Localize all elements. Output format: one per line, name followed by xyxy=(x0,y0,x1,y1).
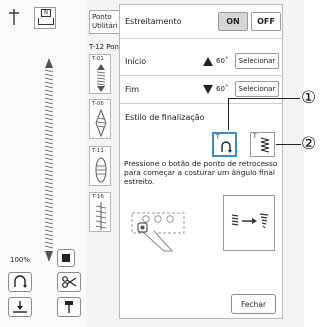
stitch-code: T-11 xyxy=(92,148,104,154)
divider xyxy=(120,75,282,76)
reverse-button-illustration xyxy=(131,212,185,252)
stitch-button-t01[interactable]: T-01 xyxy=(89,54,111,94)
start-select-button[interactable]: Selecionar xyxy=(235,53,279,69)
tab-line2: Utilitári xyxy=(92,22,118,30)
style-b-label: T xyxy=(253,133,257,140)
stitch-button-t06[interactable]: T-06 xyxy=(89,99,111,139)
needle-position-icon xyxy=(9,9,19,25)
stitch-code: T-16 xyxy=(92,194,104,200)
start-label: Início xyxy=(125,57,147,66)
start-angle: 60˚ xyxy=(216,57,229,65)
end-label: Fim xyxy=(125,85,140,94)
end-angle: 60˚ xyxy=(216,85,229,93)
reverse-stitch-button[interactable] xyxy=(8,272,32,292)
stitch-thumb-icon xyxy=(95,109,107,137)
finish-style-reverse-button[interactable]: T xyxy=(212,132,237,157)
callout-2: ② xyxy=(301,134,317,154)
finish-style-zigzag-button[interactable]: T xyxy=(250,132,275,157)
square-icon xyxy=(62,254,70,262)
stitch-preview xyxy=(44,58,54,262)
zoom-button[interactable] xyxy=(57,249,75,267)
stitch-thumb-icon xyxy=(95,157,107,183)
triangle-up-icon xyxy=(203,57,213,66)
stitch-transition-icon xyxy=(231,213,269,229)
finish-style-label: Estilo de finalização xyxy=(125,113,205,122)
needle-stop-icon xyxy=(65,301,73,313)
presser-foot-icon[interactable]: N xyxy=(34,7,56,29)
stitch-button-t11[interactable]: T-11 xyxy=(89,146,111,186)
callout-line-2 xyxy=(276,144,301,145)
reverse-stitch-icon xyxy=(14,275,27,288)
stitch-code: T-01 xyxy=(92,56,104,62)
triangle-down-icon xyxy=(203,85,213,94)
close-button[interactable]: Fechar xyxy=(231,294,276,314)
tapering-label: Estreitamento xyxy=(125,17,182,26)
needle-stop-button[interactable] xyxy=(57,297,81,317)
presser-foot-lift-button[interactable] xyxy=(8,297,32,317)
zoom-level: 100% xyxy=(10,256,31,264)
end-select-button[interactable]: Selecionar xyxy=(235,81,279,97)
stitch-code: T-06 xyxy=(92,101,104,107)
presser-foot-lift-icon xyxy=(13,301,27,313)
tab-line1: Ponto xyxy=(92,13,112,21)
reverse-stitch-icon xyxy=(221,141,232,153)
pattern-group-label: T-12 Pon xyxy=(89,43,119,51)
on-button[interactable]: ON xyxy=(218,12,248,31)
callout-line-1-vertical xyxy=(228,98,229,130)
stitch-thumb-icon xyxy=(95,202,107,230)
thread-cutter-button[interactable] xyxy=(57,272,81,292)
off-button[interactable]: OFF xyxy=(251,12,281,31)
divider xyxy=(120,38,282,39)
tapering-dialog: Estreitamento ON OFF Início 60˚ Selecion… xyxy=(119,4,283,319)
stitch-thumb-icon xyxy=(96,64,106,92)
callout-1: ① xyxy=(301,88,317,108)
scissors-icon xyxy=(62,276,77,288)
callout-line-1 xyxy=(228,98,300,99)
instruction-text: Pressione o botão de ponto de retrocesso… xyxy=(124,159,278,186)
stitch-button-t16[interactable]: T-16 xyxy=(89,192,111,232)
stitch-result-illustration xyxy=(223,195,275,251)
divider xyxy=(120,103,282,104)
zigzag-icon xyxy=(260,137,270,153)
